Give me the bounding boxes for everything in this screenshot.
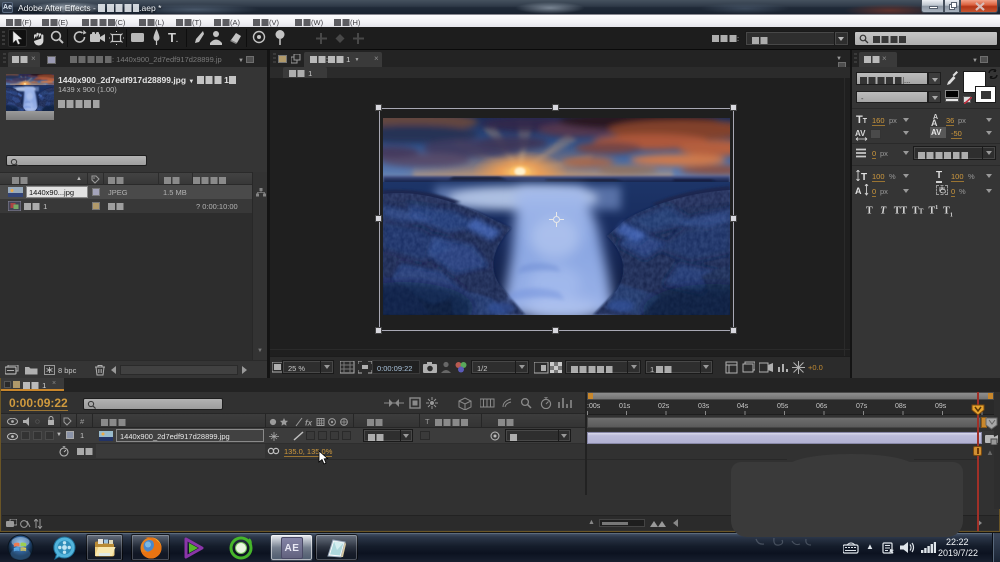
svg-text:AV: AV xyxy=(855,129,866,138)
svg-text:fx: fx xyxy=(305,419,313,428)
svg-text:A: A xyxy=(931,118,938,126)
svg-text:A: A xyxy=(855,186,862,196)
svg-text:T: T xyxy=(861,172,867,181)
